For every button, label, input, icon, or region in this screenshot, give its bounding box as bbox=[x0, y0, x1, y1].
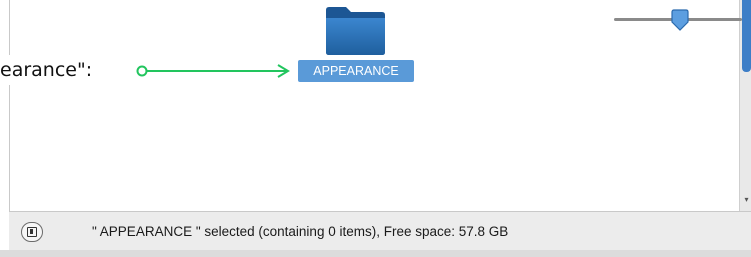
scroll-down-arrow-icon[interactable]: ▾ bbox=[742, 195, 751, 205]
folder-icon[interactable] bbox=[324, 4, 386, 56]
preview-panel-icon bbox=[27, 227, 37, 237]
zoom-slider-handle[interactable] bbox=[669, 9, 691, 31]
window-bottom-edge bbox=[0, 250, 751, 257]
folder-name-label[interactable]: APPEARANCE bbox=[298, 60, 414, 82]
status-bar: " APPEARANCE " selected (containing 0 it… bbox=[9, 211, 751, 251]
status-text: " APPEARANCE " selected (containing 0 it… bbox=[92, 224, 509, 239]
callout-text: earance": bbox=[0, 55, 95, 85]
preview-toggle-button[interactable] bbox=[21, 222, 43, 242]
callout-arrow-icon bbox=[136, 64, 290, 78]
scrollbar-thumb[interactable] bbox=[742, 0, 751, 72]
